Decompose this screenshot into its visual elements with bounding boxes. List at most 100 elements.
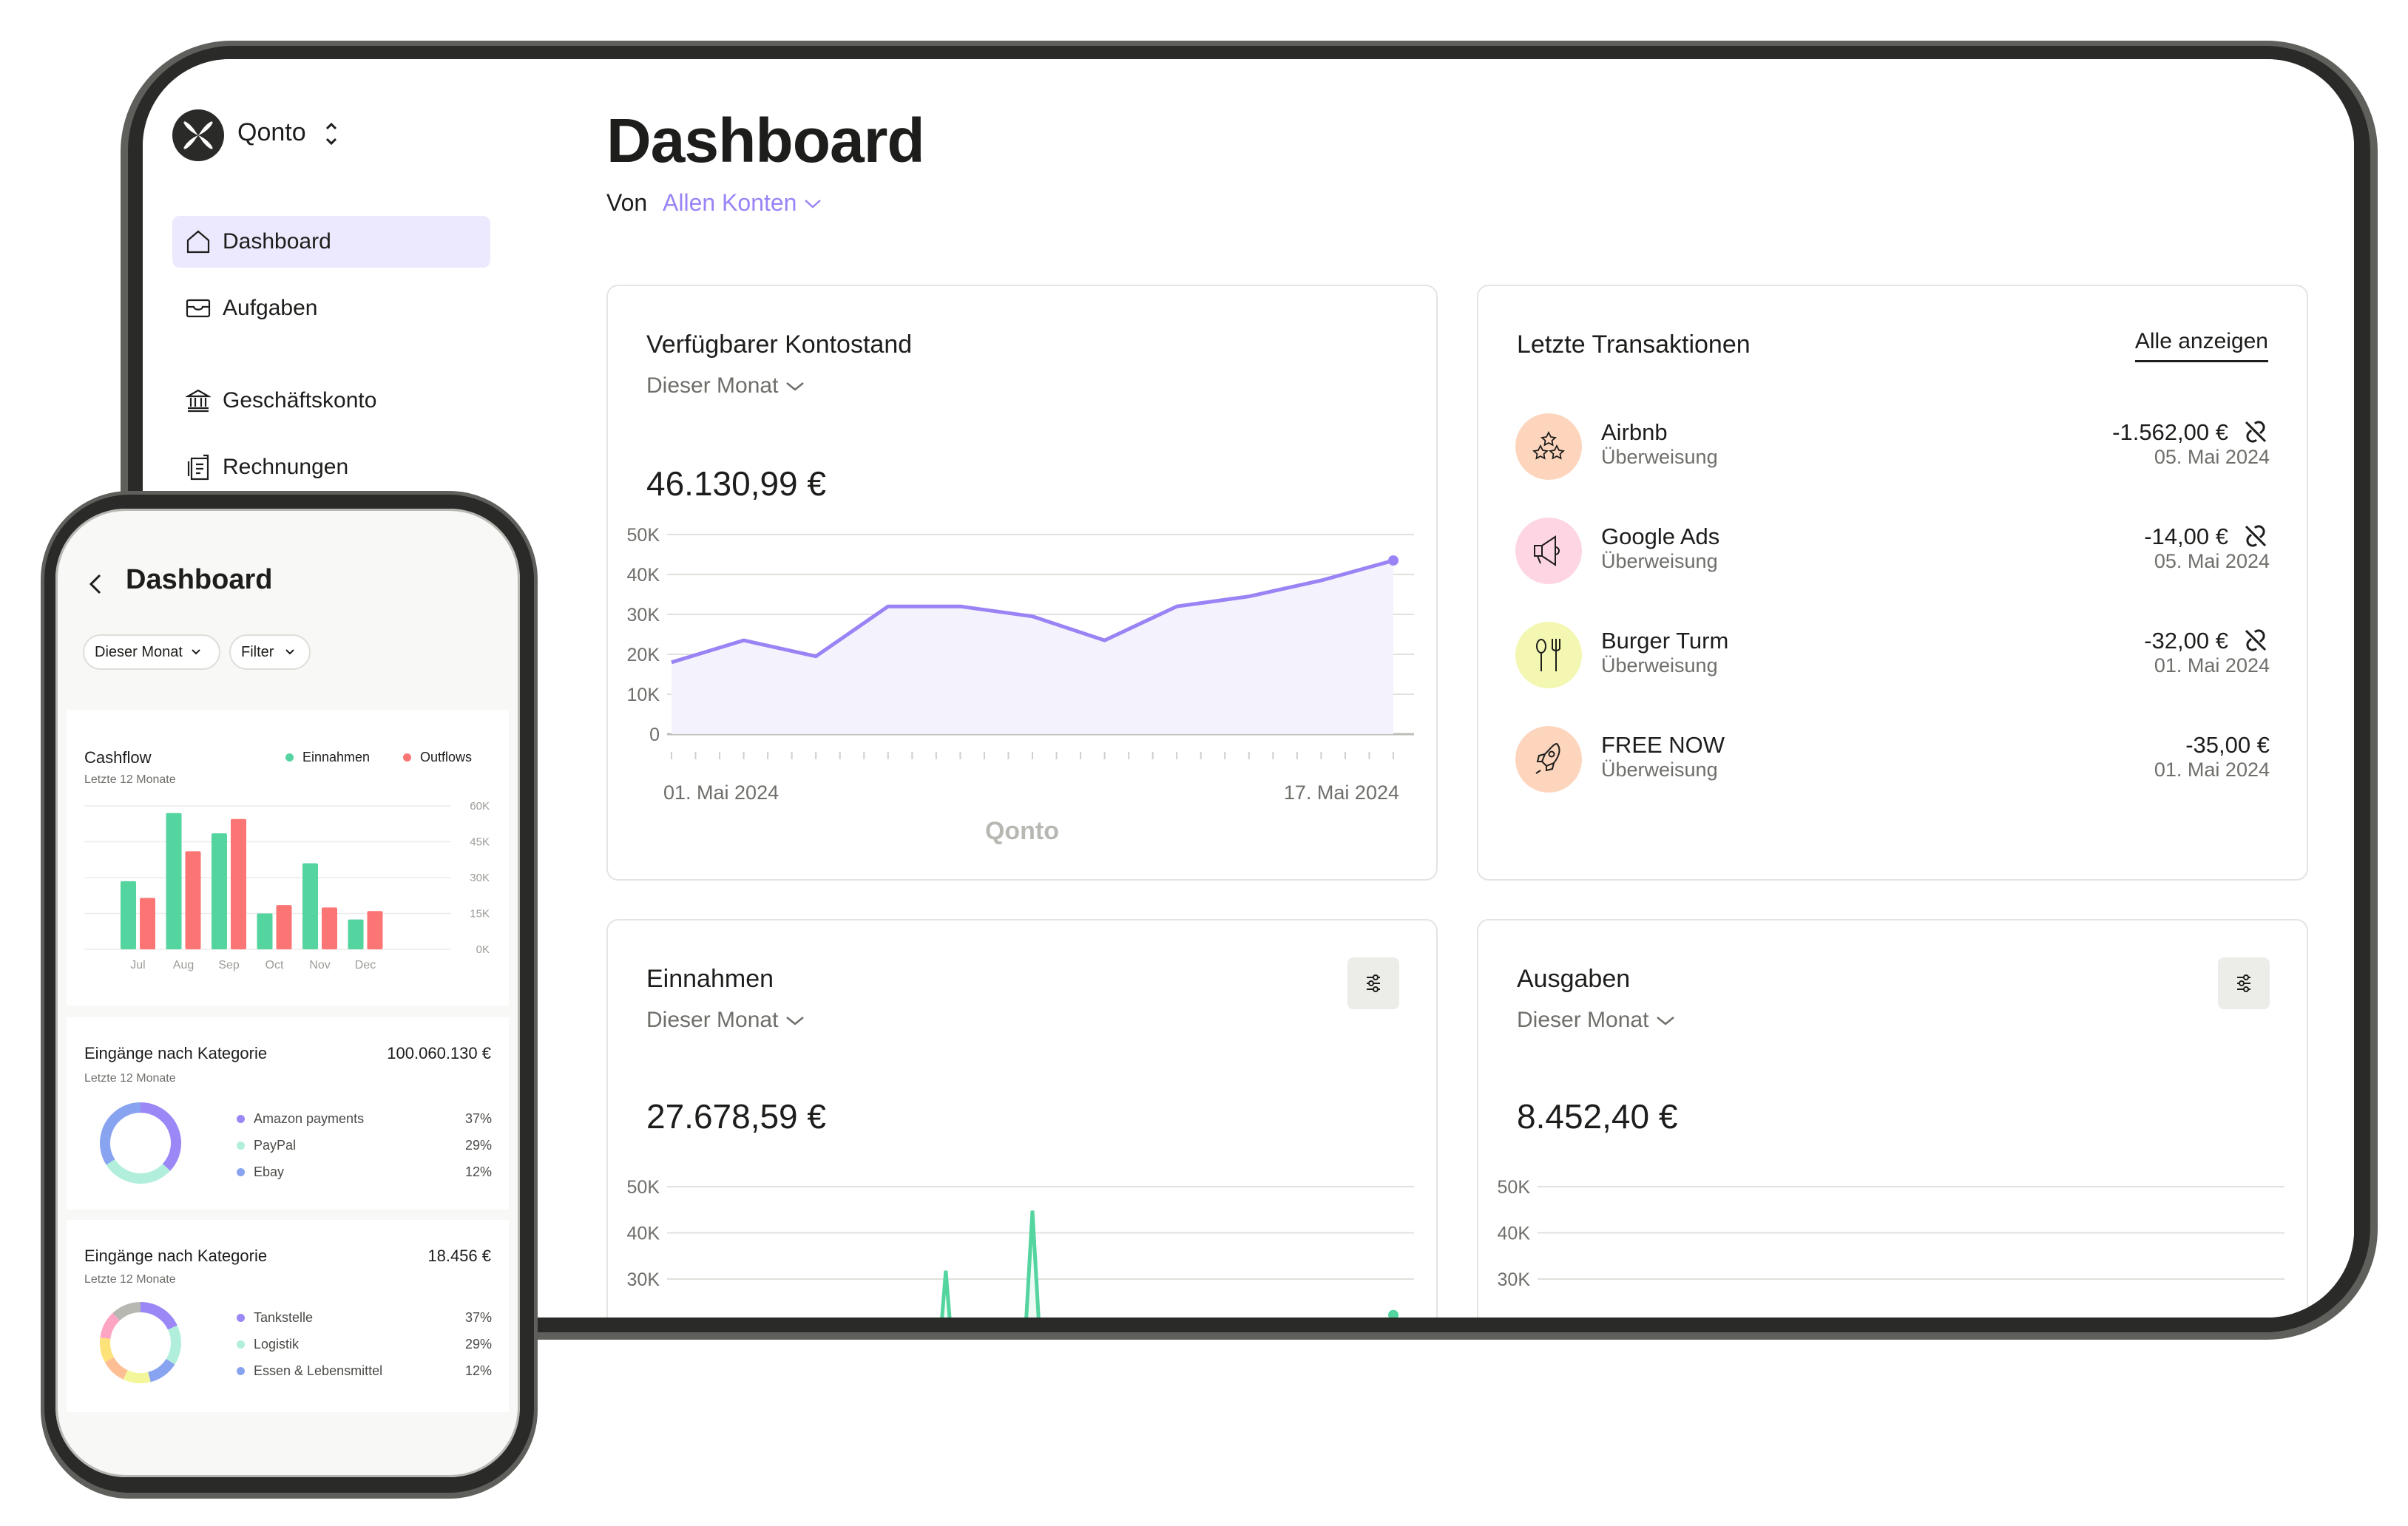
income-chart: 50K 40K 30K 20K xyxy=(627,1177,1414,1318)
transaction-amount: -14,00 € xyxy=(2144,523,2228,549)
bar-einnahmen[interactable] xyxy=(166,813,182,949)
sidebar-item-aufgaben[interactable]: Aufgaben xyxy=(172,282,490,334)
chip-label: Filter xyxy=(241,643,274,660)
y-tick-label: 30K xyxy=(627,605,660,625)
period-select[interactable]: Dieser Monat xyxy=(646,373,806,399)
attachment-missing-icon[interactable] xyxy=(2243,419,2270,446)
donut-slice[interactable] xyxy=(100,1337,115,1363)
card-title: Ausgaben xyxy=(1517,965,1631,993)
transaction-name: Google Ads xyxy=(1601,523,1720,549)
income-card: Einnahmen Dieser Monat 27.678,59 € 50K 40… xyxy=(606,919,1438,1318)
legend-dot xyxy=(237,1142,245,1150)
x-tick-label: Sep xyxy=(218,959,240,971)
bar-outflows[interactable] xyxy=(322,907,337,949)
category-legend-item: Ebay 12% xyxy=(237,1164,492,1180)
category-legend-item: Tankstelle 37% xyxy=(237,1310,492,1326)
donut-slice[interactable] xyxy=(166,1325,181,1365)
y-tick-label: 30K xyxy=(470,872,490,884)
bar-einnahmen[interactable] xyxy=(212,833,227,949)
donut-slice[interactable] xyxy=(147,1358,175,1383)
show-all-link[interactable]: Alle anzeigen xyxy=(2134,329,2268,362)
x-tick-label: Aug xyxy=(173,959,194,971)
back-button[interactable] xyxy=(85,569,107,599)
y-tick-label: 45K xyxy=(470,836,490,849)
cashflow-chart: 0K 15K 30K 45K 60K Jul Aug Sep Oct Nov Dec xyxy=(84,800,490,971)
sidebar-item-label: Aufgaben xyxy=(223,296,318,320)
sidebar-item-rechnungen[interactable]: Rechnungen xyxy=(172,441,490,493)
donut-slice[interactable] xyxy=(140,1102,181,1171)
transaction-date: 05. Mai 2024 xyxy=(2154,446,2270,468)
legend-dot xyxy=(285,753,294,762)
transaction-date: 01. Mai 2024 xyxy=(2154,654,2270,676)
last-point[interactable] xyxy=(1388,1309,1399,1318)
bar-outflows[interactable] xyxy=(276,905,292,949)
sidebar-item-geschaeftskonto[interactable]: Geschäftskonto xyxy=(172,375,490,427)
donut-slice[interactable] xyxy=(100,1135,115,1165)
transaction-date: 05. Mai 2024 xyxy=(2154,550,2270,572)
donut-slice[interactable] xyxy=(100,1312,121,1340)
last-point[interactable] xyxy=(1388,555,1399,566)
filter-chip[interactable]: Filter xyxy=(229,634,311,670)
donut-slice[interactable] xyxy=(106,1159,171,1184)
transaction-row[interactable]: FREE NOW Überweisung -35,00 € 01. Mai 20… xyxy=(1515,726,2270,800)
period-select[interactable]: Dieser Monat xyxy=(646,1008,806,1033)
attachment-missing-icon[interactable] xyxy=(2243,523,2270,550)
y-tick-label: 60K xyxy=(470,800,490,813)
chevron-up-down-icon[interactable] xyxy=(324,118,339,149)
bar-outflows[interactable] xyxy=(231,818,246,949)
main-content: Dashboard Von Allen Konten Verfügbarer K… xyxy=(557,59,2354,1318)
bar-outflows[interactable] xyxy=(367,911,383,949)
category-percent: 29% xyxy=(464,1138,492,1153)
expenses-chart: 50K 40K 30K 20K xyxy=(1498,1177,2284,1318)
x-tick-label: Jul xyxy=(130,959,145,971)
donut-slice[interactable] xyxy=(112,1302,141,1321)
card-subtitle: Letzte 12 Monate xyxy=(84,1273,176,1286)
sidebar-item-dashboard[interactable]: Dashboard xyxy=(172,216,490,268)
y-tick-label: 20K xyxy=(1498,1316,1531,1318)
filter-button[interactable] xyxy=(2218,957,2270,1009)
sidebar-item-label: Geschäftskonto xyxy=(223,388,377,413)
donut-slice[interactable] xyxy=(104,1357,128,1380)
y-tick-label: 40K xyxy=(627,1224,660,1244)
donut-slice[interactable] xyxy=(100,1102,141,1138)
chevron-down-icon xyxy=(786,1017,805,1025)
y-tick-label: 15K xyxy=(470,908,490,920)
category-label: PayPal xyxy=(254,1138,297,1153)
y-tick-label: 30K xyxy=(1498,1269,1531,1290)
bar-einnahmen[interactable] xyxy=(257,913,273,950)
bar-einnahmen[interactable] xyxy=(121,881,136,949)
cashflow-card: Cashflow Letzte 12 Monate Einnahmen Outf… xyxy=(67,710,509,1006)
bar-einnahmen[interactable] xyxy=(302,863,318,949)
category-total: 18.456 € xyxy=(427,1247,491,1265)
category-legend-item: PayPal 29% xyxy=(237,1138,492,1153)
chevron-down-icon xyxy=(1657,1017,1675,1025)
sliders-icon xyxy=(2237,974,2250,992)
category-donut-chart xyxy=(100,1302,181,1383)
chevron-down-icon xyxy=(805,199,822,208)
donut-slice[interactable] xyxy=(140,1302,177,1330)
period-chip[interactable]: Dieser Monat xyxy=(83,634,220,670)
legend-dot xyxy=(237,1340,245,1349)
transaction-type: Überweisung xyxy=(1601,446,1718,468)
account-select[interactable]: Allen Konten xyxy=(663,189,823,217)
bank-icon xyxy=(183,385,214,416)
card-title: Eingänge nach Kategorie xyxy=(84,1247,268,1265)
transaction-row[interactable]: Burger Turm Überweisung -32,00 € 01. Mai… xyxy=(1515,622,2270,696)
filter-button[interactable] xyxy=(1347,957,1399,1009)
y-tick-label: 30K xyxy=(627,1269,660,1290)
org-name[interactable]: Qonto xyxy=(237,118,306,147)
card-title: Cashflow xyxy=(84,748,152,767)
legend-dot xyxy=(237,1314,245,1322)
category-total: 100.060.130 € xyxy=(387,1044,491,1062)
bar-einnahmen[interactable] xyxy=(348,919,364,949)
qonto-logo[interactable] xyxy=(172,109,224,161)
donut-slice[interactable] xyxy=(123,1369,151,1383)
attachment-missing-icon[interactable] xyxy=(2243,628,2270,654)
bar-outflows[interactable] xyxy=(140,898,155,949)
expenses-amount: 8.452,40 € xyxy=(1517,1097,1678,1136)
transaction-row[interactable]: Google Ads Überweisung -14,00 € 05. Mai … xyxy=(1515,518,2270,591)
period-select[interactable]: Dieser Monat xyxy=(1517,1008,1677,1033)
bar-outflows[interactable] xyxy=(185,851,201,949)
invoice-icon xyxy=(183,452,214,483)
transaction-row[interactable]: Airbnb Überweisung -1.562,00 € 05. Mai 2… xyxy=(1515,413,2270,487)
